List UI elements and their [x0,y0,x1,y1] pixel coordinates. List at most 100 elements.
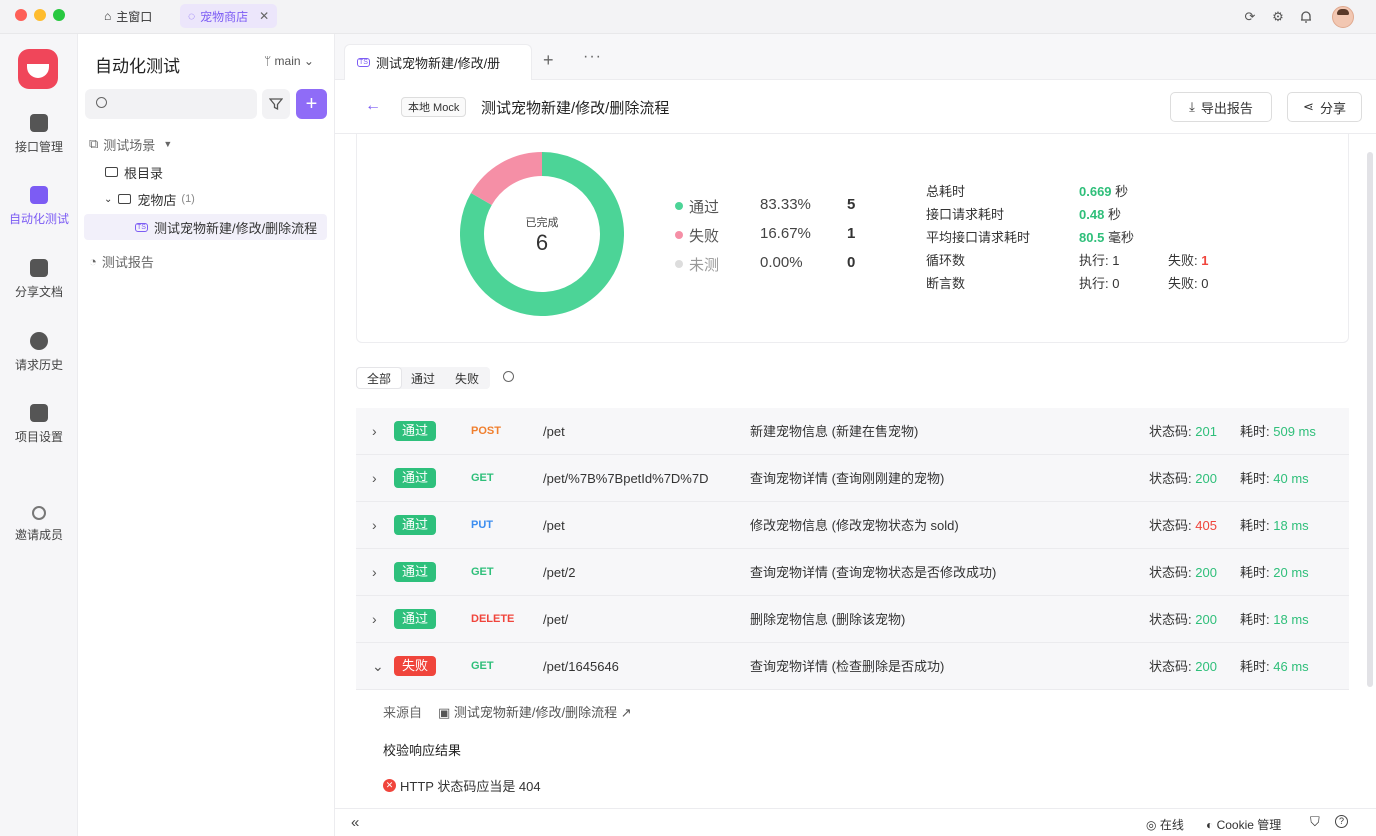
result-row[interactable]: › 通过 DELETE/pet/删除宠物信息 (删除该宠物) 状态码: 200 耗时: … [356,596,1349,643]
status-badge: 通过 [394,421,437,441]
search-icon[interactable] [503,371,514,382]
http-method: DELETE [471,613,515,625]
share-button[interactable]: ⋖ 分享 [1287,92,1362,122]
result-row[interactable]: › 通过 PUT/pet 修改宠物信息 (修改宠物状态为 sold) 状态码: 405 耗… [356,502,1349,549]
rail-item-invite[interactable]: 邀请成员 [0,506,78,543]
stat-assert-label: 断言数 [926,276,966,291]
validation-error-text: HTTP 状态码应当是 404 [400,779,541,794]
more-tabs-button[interactable]: ··· [583,48,602,66]
chevron-right-icon[interactable]: › [372,502,377,549]
scrollbar[interactable] [1367,152,1373,687]
scenario-file-icon: TS [357,58,370,67]
chevron-right-icon[interactable]: › [372,408,377,455]
stat-loop-exec: 执行: 1 [1079,253,1120,268]
chevron-right-icon[interactable]: › [372,596,377,643]
automation-icon [30,186,48,204]
http-method: GET [471,566,494,578]
legend-dot [675,260,683,268]
folder-icon [118,194,132,204]
rail-item-share-docs[interactable]: 分享文档 [0,259,78,300]
tree-item-root[interactable]: 根目录 [78,159,335,185]
rail-item-history[interactable]: 请求历史 [0,332,78,373]
source-link-text: 测试宠物新建/修改/删除流程 [453,705,618,720]
legend-name: 失败 [689,228,720,245]
filter-failed[interactable]: 失败 [445,368,489,388]
zoom-window-button[interactable] [53,9,65,21]
result-row[interactable]: › 通过 POST/pet 新建宠物信息 (新建在售宠物) 状态码: 201 耗时: 50… [356,408,1349,455]
tree-item-label: 宠物店 [137,192,177,208]
close-tab-icon[interactable]: ✕ [259,9,269,23]
theme-icon[interactable]: ⛉ [1310,814,1320,830]
pie-chart-icon: ◔ [89,253,97,269]
legend-count: 1 [847,225,856,242]
result-row[interactable]: ⌄ 失败 GET/pet/1645646 查询宠物详情 (检查删除是否成功) 状态码: … [356,643,1349,690]
rail-item-label: 接口管理 [14,140,63,154]
stat-fail-value: 1 [1201,253,1209,268]
tab-test-flow[interactable]: TS 测试宠物新建/修改/册 [344,44,532,80]
button-label: 分享 [1319,100,1346,116]
elapsed-time: 耗时: 18 ms [1240,502,1309,549]
window-tab-main[interactable]: ⌂ 主窗口 [96,4,160,28]
help-icon[interactable]: ? [1335,815,1348,828]
download-icon: ⤓ [1189,99,1195,114]
back-arrow-icon[interactable]: ← [365,97,381,115]
mock-env-badge: 本地 Mock [401,97,467,117]
result-row[interactable]: › 通过 GET/pet/2 查询宠物详情 (查询宠物状态是否修改成功) 状态码: 20… [356,549,1349,596]
page-header: ← 本地 Mock 测试宠物新建/修改/删除流程 ⤓ 导出报告 ⋖ 分享 [335,80,1376,134]
legend-passed: 通过 83.33% 5 [675,196,875,216]
chevron-down-icon[interactable]: ⌄ [372,643,384,690]
user-avatar[interactable] [1332,6,1354,28]
request-path: /pet [543,424,565,439]
rail-item-automation[interactable]: 自动化测试 [0,186,78,227]
elapsed-time-value: 20 ms [1273,565,1309,580]
search-input[interactable] [85,89,257,119]
request-path: /pet/%7B%7BpetId%7D%7D [543,471,709,486]
tree-item-pet-store[interactable]: ⌄ 宠物店 (1) [78,186,335,212]
http-method: GET [471,660,494,672]
window-tab-pet-store[interactable]: ◌ 宠物商店 ✕ [180,4,278,28]
http-method: POST [471,425,501,437]
filter-button[interactable] [262,89,290,119]
minimize-window-button[interactable] [34,9,46,21]
status-code-label: 状态码: [1149,659,1192,674]
status-code-value: 200 [1195,565,1217,580]
elapsed-time-value: 18 ms [1273,518,1309,533]
add-button[interactable]: + [296,89,327,119]
close-window-button[interactable] [15,9,27,21]
result-detail-panel: 来源自 ▣ 测试宠物新建/修改/删除流程 ↗ 校验响应结果 ✕ HTTP 状态码应当是 … [356,690,1349,824]
bell-icon[interactable] [1298,9,1314,25]
request-description: 新建宠物信息 (新建在售宠物) [750,424,919,439]
caret-down-icon: ▼ [163,139,173,149]
rail-item-settings[interactable]: 项目设置 [0,404,78,445]
refresh-icon[interactable]: ⟳ [1242,9,1258,25]
source-link[interactable]: ▣ 测试宠物新建/修改/删除流程 ↗ [438,702,632,721]
legend-pct: 83.33% [760,196,811,213]
chevron-right-icon[interactable]: › [372,549,377,596]
result-row[interactable]: › 通过 GET/pet/%7B%7BpetId%7D%7D 查询宠物详情 (查询刚刚… [356,455,1349,502]
stat-loop-label: 循环数 [926,253,966,268]
elapsed-time-value: 40 ms [1273,471,1309,486]
filter-passed[interactable]: 通过 [401,368,445,388]
page-title: 测试宠物新建/修改/删除流程 [481,100,670,117]
chevron-right-icon[interactable]: › [372,455,377,502]
export-report-button[interactable]: ⤓ 导出报告 [1170,92,1272,122]
cookie-manager[interactable]: ◐ Cookie 管理 [1206,816,1281,833]
main-content: TS 测试宠物新建/修改/册 + ··· ← 本地 Mock 测试宠物新建/修改… [335,34,1376,836]
elapsed-time-label: 耗时: [1240,424,1270,439]
request-path: /pet/1645646 [543,659,619,674]
cookie-label: Cookie 管理 [1216,818,1282,832]
tree-section-scenarios[interactable]: ⧉ 测试场景 ▼ [78,131,335,157]
new-tab-button[interactable]: + [543,50,554,71]
legend-name: 未测 [689,257,720,274]
http-method: PUT [471,519,493,531]
filter-all[interactable]: 全部 [357,368,402,388]
collapse-sidebar-icon[interactable]: « [351,814,359,831]
rail-item-api-management[interactable]: 接口管理 [0,114,78,155]
branch-selector[interactable]: ᛘ main ⌄ [264,54,314,68]
tree-item-test-flow[interactable]: TS 测试宠物新建/修改/删除流程 [84,214,327,240]
chevron-down-icon: ⌄ [104,193,113,205]
elapsed-time-label: 耗时: [1240,659,1270,674]
online-status[interactable]: ◎ 在线 [1146,816,1184,833]
tree-section-reports[interactable]: ◔ 测试报告 [78,248,335,274]
gear-icon[interactable]: ⚙ [1270,9,1286,25]
